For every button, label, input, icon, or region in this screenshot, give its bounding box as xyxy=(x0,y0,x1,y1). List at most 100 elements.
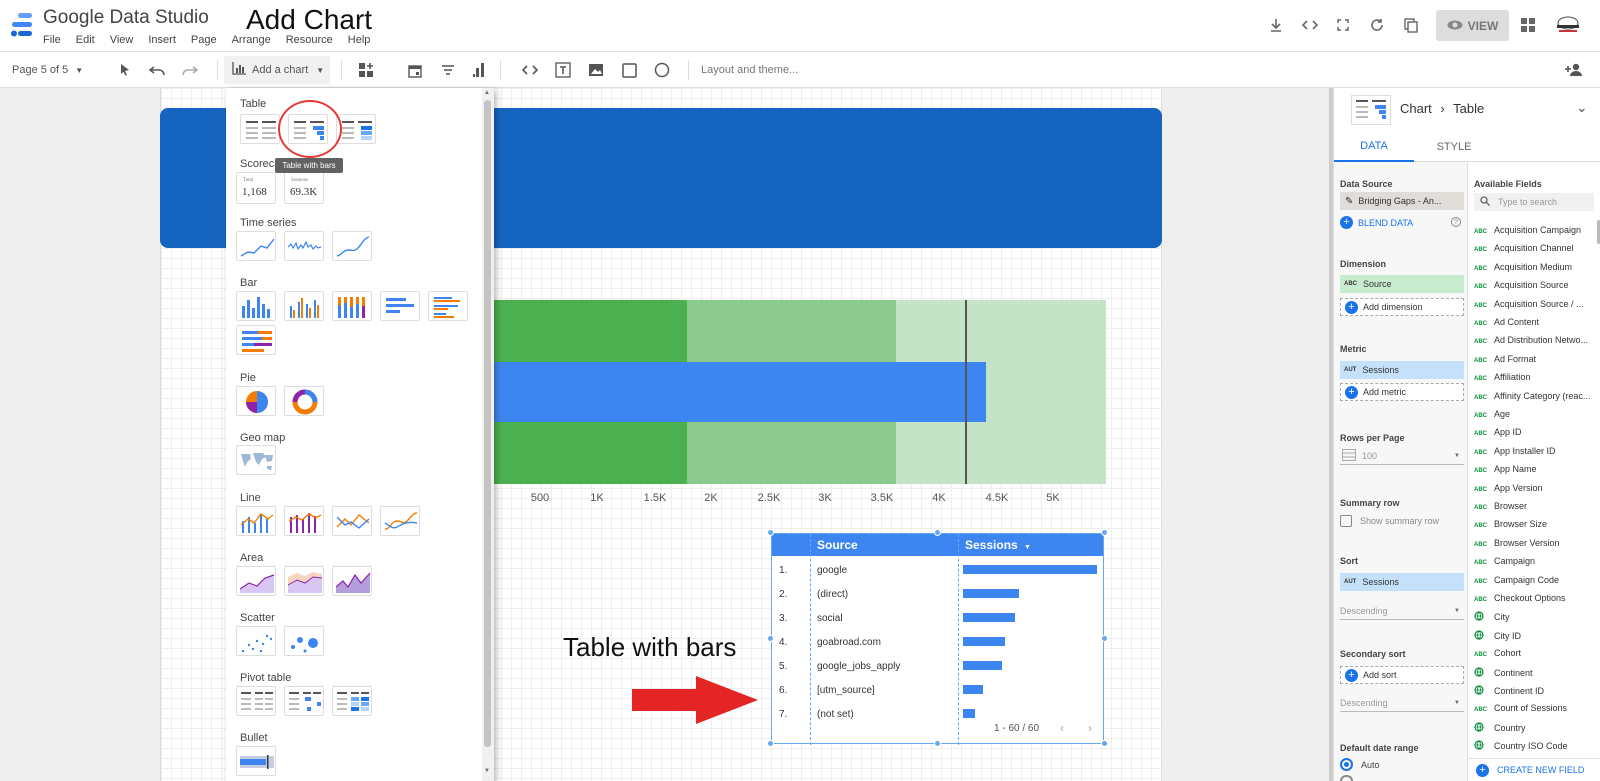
add-metric-button[interactable]: + Add metric xyxy=(1340,383,1464,401)
tab-data[interactable]: DATA xyxy=(1334,132,1414,162)
stacked-area-option[interactable] xyxy=(284,566,324,596)
resize-handle[interactable] xyxy=(1101,529,1108,536)
rectangle-icon[interactable] xyxy=(619,60,639,80)
text-box-icon[interactable] xyxy=(553,60,573,80)
pivot-table-option[interactable] xyxy=(236,686,276,716)
scorecard-option[interactable]: Total 1,168 xyxy=(236,172,276,204)
table-chart-option[interactable] xyxy=(240,114,280,144)
available-field[interactable]: ABC Browser Version xyxy=(1474,538,1560,548)
layout-theme-button[interactable]: Layout and theme... xyxy=(701,52,798,88)
stacked-column-option[interactable] xyxy=(332,291,372,321)
page-selector[interactable]: Page 5 of 5 ▼ xyxy=(12,52,83,88)
available-field[interactable]: ABC Browser Size xyxy=(1474,519,1547,529)
refresh-icon[interactable] xyxy=(1366,14,1388,36)
available-field[interactable]: ABC Acquisition Source xyxy=(1474,280,1569,290)
apps-grid-icon[interactable] xyxy=(1517,14,1539,36)
available-field[interactable]: City xyxy=(1474,611,1510,622)
table-row[interactable]: 3. social xyxy=(772,606,1103,630)
redo-icon[interactable] xyxy=(180,60,200,80)
bubble-chart-option[interactable] xyxy=(284,626,324,656)
available-field[interactable]: ABC Age xyxy=(1474,409,1510,419)
radio-icon[interactable] xyxy=(1340,775,1353,781)
next-page-icon[interactable]: › xyxy=(1088,721,1092,735)
sort-order-select[interactable]: Descending ▼ xyxy=(1340,602,1464,620)
collapse-panel-icon[interactable]: ⌄ xyxy=(1576,99,1588,116)
menu-view[interactable]: View xyxy=(110,34,134,46)
scroll-down-icon[interactable]: ▼ xyxy=(484,768,490,774)
data-studio-logo[interactable] xyxy=(8,10,36,40)
resize-handle[interactable] xyxy=(934,740,941,747)
horizontal-bar-option[interactable] xyxy=(380,291,420,321)
pivot-table-bars-option[interactable] xyxy=(284,686,324,716)
available-field[interactable]: ABC Ad Distribution Netwo... xyxy=(1474,335,1588,345)
add-sort-button[interactable]: + Add sort xyxy=(1340,666,1464,684)
available-field[interactable]: Continent ID xyxy=(1474,685,1544,696)
donut-chart-option[interactable] xyxy=(284,386,324,416)
available-field[interactable]: ABC Ad Format xyxy=(1474,354,1536,364)
resize-handle[interactable] xyxy=(767,529,774,536)
field-search[interactable]: Type to search xyxy=(1474,193,1594,211)
tab-style[interactable]: STYLE xyxy=(1414,132,1494,162)
available-field[interactable]: ABC App Name xyxy=(1474,464,1537,474)
available-field[interactable]: ABC Affiliation xyxy=(1474,372,1530,382)
pivot-table-heatmap-option[interactable] xyxy=(332,686,372,716)
grouped-bar-option[interactable] xyxy=(428,291,468,321)
image-icon[interactable] xyxy=(586,60,606,80)
table-row[interactable]: 1. google xyxy=(772,558,1103,582)
available-field[interactable]: ABC Ad Content xyxy=(1474,317,1539,327)
dimension-pill[interactable]: ABC Source xyxy=(1340,275,1464,293)
url-embed-icon[interactable] xyxy=(520,60,540,80)
view-button[interactable]: VIEW xyxy=(1436,10,1509,41)
available-field[interactable]: Country xyxy=(1474,722,1526,733)
menu-insert[interactable]: Insert xyxy=(148,34,176,46)
geo-map-option[interactable] xyxy=(236,445,276,475)
combo-chart-option[interactable] xyxy=(236,506,276,536)
scorecard-compact-option[interactable]: Sessions 69.3K xyxy=(284,172,324,204)
blend-data-button[interactable]: + BLEND DATA xyxy=(1340,216,1413,229)
stacked-combo-option[interactable] xyxy=(284,506,324,536)
percent-area-option[interactable] xyxy=(332,566,372,596)
available-field[interactable]: ABC App Version xyxy=(1474,483,1543,493)
sparkline-option[interactable] xyxy=(284,231,324,261)
time-series-option[interactable] xyxy=(236,231,276,261)
line-chart-option[interactable] xyxy=(332,506,372,536)
metric-pill[interactable]: AUT Sessions xyxy=(1340,361,1464,379)
download-icon[interactable] xyxy=(1265,14,1287,36)
scroll-up-icon[interactable]: ▲ xyxy=(484,90,490,96)
embed-code-icon[interactable] xyxy=(1299,14,1321,36)
table-row[interactable]: 6. [utm_source] xyxy=(772,678,1103,702)
column-chart-option[interactable] xyxy=(236,291,276,321)
community-viz-icon[interactable] xyxy=(356,60,376,80)
help-icon[interactable]: ? xyxy=(1451,217,1461,227)
available-field[interactable]: ABC Campaign Code xyxy=(1474,575,1559,585)
available-field[interactable]: ABC Acquisition Source / ... xyxy=(1474,299,1584,309)
bullet-chart[interactable] xyxy=(486,300,1106,484)
data-source-pill[interactable]: ✎ Bridging Gaps - An... xyxy=(1340,192,1464,210)
menu-edit[interactable]: Edit xyxy=(76,34,95,46)
rows-per-page-select[interactable]: 100 ▼ xyxy=(1340,447,1464,465)
available-field[interactable]: ABC Checkout Options xyxy=(1474,593,1566,603)
stacked-bar-option[interactable] xyxy=(236,325,276,355)
add-chart-button[interactable]: Add a chart ▼ xyxy=(224,56,330,84)
available-field[interactable]: Continent xyxy=(1474,666,1533,678)
data-control-icon[interactable] xyxy=(469,60,489,80)
smoothed-time-series-option[interactable] xyxy=(332,231,372,261)
smoothed-line-option[interactable] xyxy=(380,506,420,536)
available-field[interactable]: ABC Acquisition Channel xyxy=(1474,243,1574,253)
table-heatmap-option[interactable] xyxy=(336,114,376,144)
resize-handle[interactable] xyxy=(767,740,774,747)
available-field[interactable]: ABC Cohort xyxy=(1474,648,1521,658)
menu-scrollbar-thumb[interactable] xyxy=(484,100,491,747)
select-cursor-icon[interactable] xyxy=(115,60,135,80)
available-field[interactable]: ABC Browser xyxy=(1474,501,1527,511)
account-avatar[interactable] xyxy=(1553,13,1583,39)
resize-handle[interactable] xyxy=(1101,740,1108,747)
undo-icon[interactable] xyxy=(147,60,167,80)
available-field[interactable]: Country ISO Code xyxy=(1474,740,1568,751)
filter-control-icon[interactable] xyxy=(438,60,458,80)
circle-icon[interactable] xyxy=(652,60,672,80)
prev-page-icon[interactable]: ‹ xyxy=(1060,721,1064,735)
share-add-person-icon[interactable] xyxy=(1564,60,1584,80)
resize-handle[interactable] xyxy=(1101,635,1108,642)
menu-page[interactable]: Page xyxy=(191,34,217,46)
